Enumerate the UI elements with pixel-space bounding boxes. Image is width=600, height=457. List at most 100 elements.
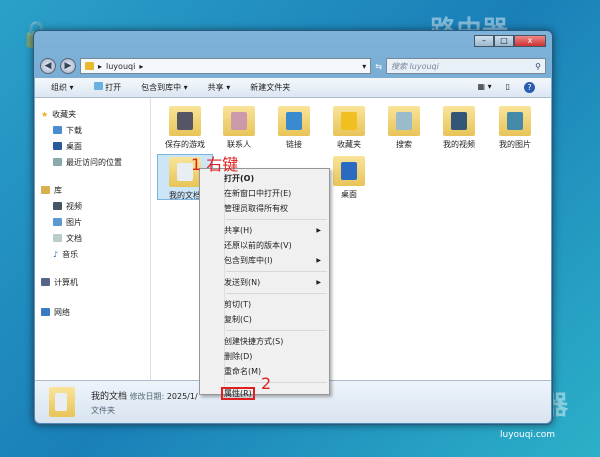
folder-icon xyxy=(499,106,531,136)
label: 视频 xyxy=(66,201,82,211)
menu-include-library[interactable]: 包含到库中(I) ▶ xyxy=(202,253,327,268)
label: 最近访问的位置 xyxy=(66,157,122,167)
folder-icon xyxy=(169,106,201,136)
folder-saved-games[interactable]: 保存的游戏 xyxy=(157,106,213,150)
folder-my-videos[interactable]: 我的视频 xyxy=(431,106,487,150)
search-input[interactable]: 搜索 luyouqi ⚲ xyxy=(386,58,546,74)
network-icon xyxy=(41,308,50,316)
divider xyxy=(226,382,327,383)
back-button[interactable]: ◀ xyxy=(40,58,56,74)
sidebar-item-desktop[interactable]: 桌面 xyxy=(35,138,150,154)
label: 属性(R) xyxy=(221,387,255,400)
status-name: 我的文档 xyxy=(91,392,128,402)
sidebar-item-videos[interactable]: 视频 xyxy=(35,198,150,214)
search-placeholder: 搜索 luyouqi xyxy=(391,61,439,71)
label: 下载 xyxy=(66,125,82,135)
label: 包含到库中(I) xyxy=(224,256,273,265)
menu-create-shortcut[interactable]: 创建快捷方式(S) xyxy=(202,334,327,349)
status-date-label: 修改日期: xyxy=(129,392,165,401)
label: 文档 xyxy=(66,233,82,243)
sidebar-libraries[interactable]: 库 xyxy=(35,182,150,198)
context-menu: 打开(O) 在新窗口中打开(E) 管理员取得所有权 共享(H) ▶ 还原以前的版本… xyxy=(199,168,330,400)
menu-send-to[interactable]: 发送到(N) ▶ xyxy=(202,275,327,290)
sidebar-favorites[interactable]: ★ 收藏夹 xyxy=(35,106,150,122)
picture-icon xyxy=(53,218,62,226)
star-icon: ★ xyxy=(41,109,49,119)
folder-icon xyxy=(443,106,475,136)
menu-cut[interactable]: 剪切(T) xyxy=(202,297,327,312)
folder-icon xyxy=(333,106,365,136)
open-label: 打开 xyxy=(105,83,122,92)
folder-icon xyxy=(85,62,94,70)
view-options-icon[interactable]: ▦ ▾ xyxy=(477,82,491,93)
sidebar-item-documents[interactable]: 文档 xyxy=(35,230,150,246)
label: 桌面 xyxy=(341,190,357,199)
watermark-url: luyouqi.com xyxy=(500,430,556,440)
menu-delete[interactable]: 删除(D) xyxy=(202,349,327,364)
label: 我的图片 xyxy=(499,140,531,149)
help-icon[interactable]: ? xyxy=(524,82,535,93)
forward-button[interactable]: ▶ xyxy=(60,58,76,74)
sidebar-item-recent[interactable]: 最近访问的位置 xyxy=(35,154,150,170)
status-date: 2025/1/ xyxy=(166,392,198,401)
sidebar-item-downloads[interactable]: 下载 xyxy=(35,122,150,138)
new-folder-button[interactable]: 新建文件夹 xyxy=(250,82,290,93)
label: 共享(H) xyxy=(224,226,253,235)
sidebar-computer[interactable]: 计算机 xyxy=(35,274,150,290)
refresh-icon[interactable]: ⇆ xyxy=(375,62,382,71)
menu-copy[interactable]: 复制(C) xyxy=(202,312,327,327)
sidebar-item-pictures[interactable]: 图片 xyxy=(35,214,150,230)
label: 联系人 xyxy=(227,140,251,149)
folder-icon xyxy=(278,106,310,136)
desktop-icon xyxy=(53,142,62,150)
label: 保存的游戏 xyxy=(165,140,205,149)
sidebar-item-music[interactable]: ♪ 音乐 xyxy=(35,246,150,262)
address-bar[interactable]: ▸ luyouqi ▸ ▾ xyxy=(80,58,372,74)
label: 收藏夹 xyxy=(337,140,361,149)
label: 我的视频 xyxy=(443,140,475,149)
annotation-step1: 1 右键 xyxy=(191,155,239,174)
share-button[interactable]: 共享 ▾ xyxy=(208,82,231,93)
label: 链接 xyxy=(286,140,302,149)
folder-links[interactable]: 链接 xyxy=(266,106,322,150)
status-type: 文件夹 xyxy=(91,406,115,415)
chevron-right-icon: ▶ xyxy=(316,279,321,286)
label: 我的文档 xyxy=(169,191,201,200)
open-button[interactable]: 打开 xyxy=(93,82,122,93)
library-icon xyxy=(41,186,50,194)
minimize-button[interactable]: – xyxy=(474,35,494,47)
close-button[interactable]: x xyxy=(514,35,546,47)
include-in-library-button[interactable]: 包含到库中 ▾ xyxy=(141,82,188,93)
video-icon xyxy=(53,202,62,210)
download-icon xyxy=(53,126,62,134)
search-icon: ⚲ xyxy=(535,61,541,71)
divider xyxy=(226,271,327,272)
address-path: luyouqi xyxy=(106,61,136,71)
folder-icon xyxy=(388,106,420,136)
menu-share[interactable]: 共享(H) ▶ xyxy=(202,223,327,238)
label: 库 xyxy=(54,185,62,195)
divider xyxy=(226,330,327,331)
divider xyxy=(226,293,327,294)
menu-open-new-window[interactable]: 在新窗口中打开(E) xyxy=(202,186,327,201)
label: 图片 xyxy=(66,217,82,227)
folder-favorites[interactable]: 收藏夹 xyxy=(321,106,377,150)
chevron-right-icon: ▶ xyxy=(316,257,321,264)
open-icon xyxy=(93,82,103,90)
label: 桌面 xyxy=(66,141,82,151)
menu-restore-versions[interactable]: 还原以前的版本(V) xyxy=(202,238,327,253)
music-icon: ♪ xyxy=(53,249,59,259)
label: 计算机 xyxy=(54,277,78,287)
organize-button[interactable]: 组织 ▾ xyxy=(51,82,74,93)
sidebar-network[interactable]: 网络 xyxy=(35,304,150,320)
folder-icon xyxy=(223,106,255,136)
label: 音乐 xyxy=(62,249,79,259)
preview-pane-icon[interactable]: ▯ xyxy=(506,82,510,93)
folder-my-pictures[interactable]: 我的图片 xyxy=(487,106,543,150)
label: 搜索 xyxy=(396,140,412,149)
maximize-button[interactable]: □ xyxy=(494,35,514,47)
folder-contacts[interactable]: 联系人 xyxy=(211,106,267,150)
menu-take-ownership[interactable]: 管理员取得所有权 xyxy=(202,201,327,216)
folder-searches[interactable]: 搜索 xyxy=(376,106,432,150)
document-icon xyxy=(53,234,62,242)
